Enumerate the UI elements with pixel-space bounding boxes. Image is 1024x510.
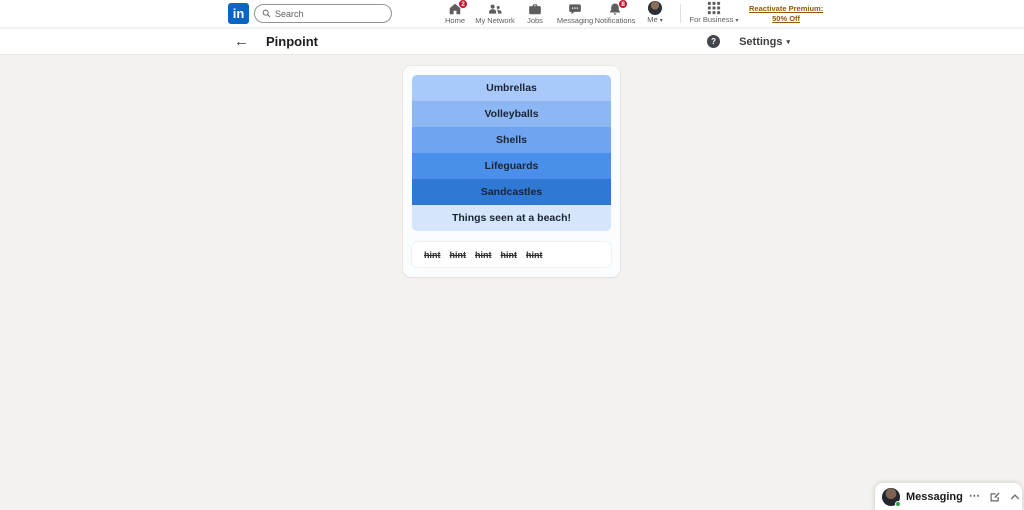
hint-used-2: hint xyxy=(449,249,467,260)
primary-nav: 2 Home My Network Jobs Messaging 8 Notif… xyxy=(435,0,675,28)
premium-upsell-link[interactable]: Reactivate Premium: 50% Off xyxy=(749,4,823,24)
category-bars: Umbrellas Volleyballs Shells Lifeguards … xyxy=(412,75,611,231)
messaging-dock-title: Messaging xyxy=(906,490,963,503)
my-network-icon-wrap xyxy=(488,2,502,16)
category-bar-2[interactable]: Volleyballs xyxy=(412,101,611,127)
settings-dropdown[interactable]: Settings ▾ xyxy=(739,36,790,48)
category-bar-4[interactable]: Lifeguards xyxy=(412,153,611,179)
linkedin-pinpoint-page: { "topnav": { "logo_text": "in", "search… xyxy=(0,0,1024,510)
category-answer-bar[interactable]: Things seen at a beach! xyxy=(412,205,611,231)
pinpoint-subheader: ← Pinpoint ? Settings ▾ xyxy=(0,29,1024,55)
chevron-down-icon: ▾ xyxy=(735,18,739,24)
nav-label-notifications: Notifications xyxy=(594,16,636,25)
home-notification-badge: 2 xyxy=(458,0,468,9)
premium-line2: 50% Off xyxy=(772,13,801,23)
nav-item-notifications[interactable]: 8 Notifications xyxy=(595,0,635,28)
category-bar-5[interactable]: Sandcastles xyxy=(412,179,611,205)
chevron-up-icon[interactable] xyxy=(1009,491,1021,503)
search-box[interactable] xyxy=(254,4,392,23)
notifications-icon-wrap: 8 xyxy=(608,0,628,16)
for-business-icon-wrap xyxy=(707,1,721,15)
nav-label-for-business: For Business ▾ xyxy=(690,15,739,26)
subheader-actions: ? Settings ▾ xyxy=(707,35,790,48)
category-bar-1[interactable]: Umbrellas xyxy=(412,75,611,101)
nav-item-my-network[interactable]: My Network xyxy=(475,0,515,28)
back-arrow-icon[interactable]: ← xyxy=(234,34,249,49)
premium-line1: Reactivate Premium: xyxy=(749,3,824,13)
presence-indicator xyxy=(895,500,901,507)
nav-item-me[interactable]: Me ▾ xyxy=(635,0,675,28)
messaging-icon-wrap xyxy=(568,2,582,16)
hint-used-5: hint xyxy=(526,249,543,260)
messaging-dock-actions: ⋯ xyxy=(969,491,1021,503)
nav-item-messaging[interactable]: Messaging xyxy=(555,0,595,28)
me-avatar xyxy=(648,1,662,15)
nav-label-jobs: Jobs xyxy=(527,16,543,25)
nav-label-me: Me ▾ xyxy=(647,15,663,26)
global-nav-bar: in 2 Home My Net xyxy=(0,0,1024,28)
settings-label: Settings xyxy=(739,35,783,48)
chevron-down-icon: ▾ xyxy=(786,38,790,46)
help-icon[interactable]: ? xyxy=(707,35,721,48)
page-title: Pinpoint xyxy=(266,34,318,49)
nav-divider xyxy=(680,4,681,23)
me-label-text: Me xyxy=(647,15,658,24)
pinpoint-game-card: Umbrellas Volleyballs Shells Lifeguards … xyxy=(403,66,620,277)
nav-label-my-network: My Network xyxy=(475,16,515,25)
category-bar-3[interactable]: Shells xyxy=(412,127,611,153)
hint-box: hint hint hint hint hint xyxy=(412,242,611,267)
hint-used-3: hint xyxy=(475,249,492,260)
hint-used-1: hint xyxy=(424,249,441,260)
nav-item-jobs[interactable]: Jobs xyxy=(515,0,555,28)
chat-bubble-icon xyxy=(569,4,581,15)
home-icon-wrap: 2 xyxy=(448,0,468,16)
compose-icon[interactable] xyxy=(989,491,1001,503)
my-network-icon xyxy=(489,4,502,14)
nav-item-home[interactable]: 2 Home xyxy=(435,0,475,28)
briefcase-icon xyxy=(529,4,541,15)
search-input[interactable] xyxy=(275,8,384,19)
grid-icon xyxy=(707,1,721,15)
nav-item-for-business[interactable]: For Business ▾ xyxy=(686,0,742,28)
linkedin-logo[interactable]: in xyxy=(228,3,249,24)
messaging-avatar xyxy=(882,487,901,507)
jobs-icon-wrap xyxy=(528,2,542,16)
nav-label-home: Home xyxy=(444,16,465,25)
chevron-down-icon: ▾ xyxy=(659,18,663,24)
hint-used-4: hint xyxy=(500,249,518,260)
notifications-badge: 8 xyxy=(618,0,628,9)
more-options-icon[interactable]: ⋯ xyxy=(969,491,981,502)
for-business-label-text: For Business xyxy=(689,15,734,24)
search-icon xyxy=(262,9,271,18)
nav-label-messaging: Messaging xyxy=(556,16,594,25)
messaging-dock[interactable]: Messaging ⋯ xyxy=(875,483,1022,510)
me-avatar-wrap xyxy=(648,1,662,15)
